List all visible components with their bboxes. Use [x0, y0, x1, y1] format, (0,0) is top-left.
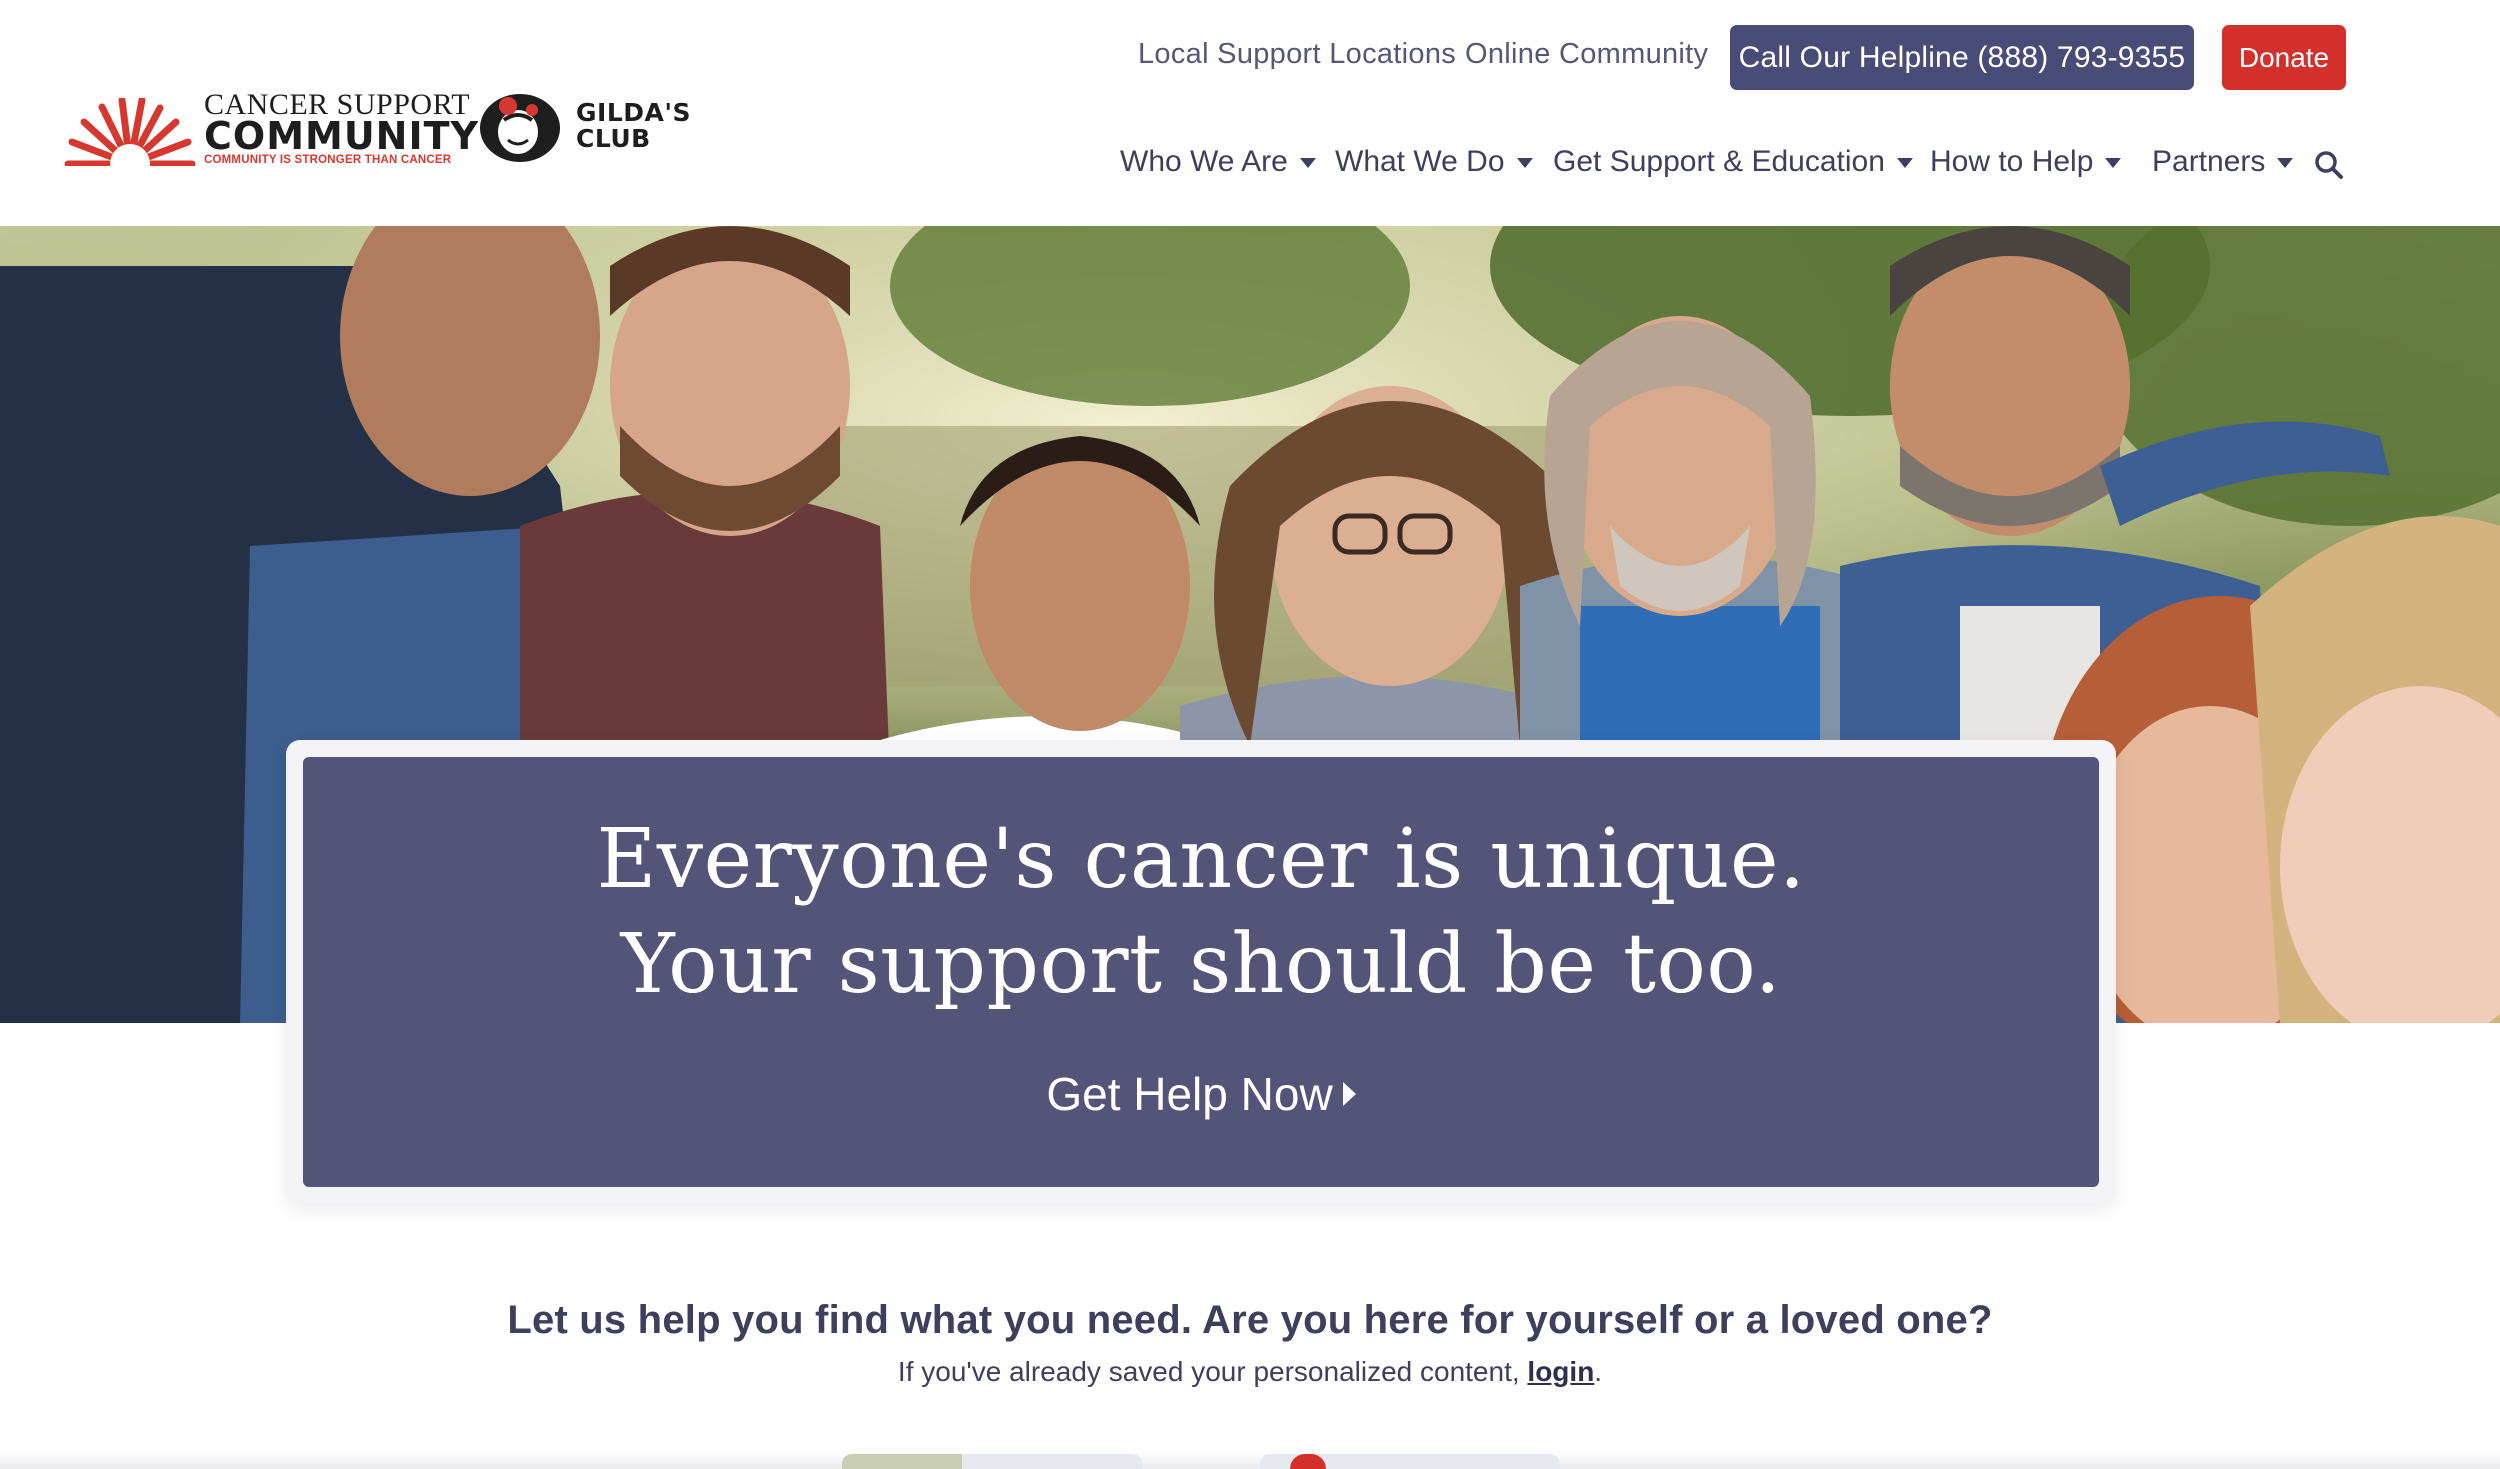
nav-label: Who We Are: [1120, 145, 1288, 178]
caret-down-icon: [1299, 158, 1316, 168]
caret-down-icon: [2105, 158, 2122, 168]
logo-tagline: COMMUNITY IS STRONGER THAN CANCER: [204, 154, 452, 166]
nav-who-we-are[interactable]: Who We Are: [1120, 142, 1316, 182]
hero-headline: Everyone's cancer is unique. Your suppor…: [303, 807, 2099, 1017]
gildas-club-badge-icon: [480, 94, 560, 162]
saved-content-suffix: .: [1594, 1356, 1603, 1387]
nav-get-support-education[interactable]: Get Support & Education: [1553, 142, 1913, 182]
play-arrow-icon: [1342, 1082, 1356, 1106]
call-helpline-button[interactable]: Call Our Helpline (888) 793-9355: [1730, 25, 2194, 90]
saved-content-note: If you've already saved your personalize…: [0, 1356, 2500, 1388]
hero-headline-line-1: Everyone's cancer is unique.: [596, 812, 1806, 907]
caret-down-icon: [1896, 158, 1913, 168]
nav-label: Get Support & Education: [1553, 145, 1885, 178]
gildas-club-line-2: CLUB: [576, 124, 651, 153]
heart-icon: [1290, 1454, 1326, 1469]
online-community-link[interactable]: Online Community: [1465, 38, 1708, 71]
login-link[interactable]: login: [1527, 1356, 1594, 1387]
search-icon[interactable]: [2314, 150, 2344, 180]
audience-question: Let us help you find what you need. Are …: [507, 1298, 1993, 1342]
nav-partners[interactable]: Partners: [2152, 142, 2294, 182]
section-divider: [0, 1452, 2500, 1469]
nav-label: What We Do: [1335, 145, 1505, 178]
option-card-loved-one[interactable]: [1260, 1454, 1560, 1469]
sunburst-icon: [64, 98, 196, 166]
gildas-club-wordmark: GILDA'S CLUB: [576, 100, 691, 152]
nav-label: How to Help: [1930, 145, 2094, 178]
get-help-now-label: Get Help Now: [1046, 1068, 1333, 1120]
nav-how-to-help[interactable]: How to Help: [1930, 142, 2122, 182]
logo-line-2: COMMUNITY: [204, 114, 480, 158]
get-help-now-link[interactable]: Get Help Now: [303, 1067, 2099, 1121]
hero-card: Everyone's cancer is unique. Your suppor…: [303, 757, 2099, 1187]
local-support-locations-link[interactable]: Local Support Locations: [1138, 38, 1456, 71]
option-card-myself[interactable]: [842, 1454, 1142, 1469]
nav-label: Partners: [2152, 145, 2266, 178]
caret-down-icon: [2277, 158, 2294, 168]
site-header: CANCER SUPPORT COMMUNITY COMMUNITY IS ST…: [0, 0, 2500, 226]
gildas-club-line-1: GILDA'S: [576, 98, 692, 127]
caret-down-icon: [1516, 158, 1533, 168]
hero-headline-line-2: Your support should be too.: [620, 917, 1782, 1012]
gildas-club-logo[interactable]: GILDA'S CLUB: [478, 88, 698, 174]
donate-button[interactable]: Donate: [2222, 25, 2346, 90]
saved-content-prefix: If you've already saved your personalize…: [897, 1356, 1528, 1387]
nav-what-we-do[interactable]: What We Do: [1335, 142, 1533, 182]
cancer-support-community-logo[interactable]: CANCER SUPPORT COMMUNITY COMMUNITY IS ST…: [62, 88, 478, 170]
